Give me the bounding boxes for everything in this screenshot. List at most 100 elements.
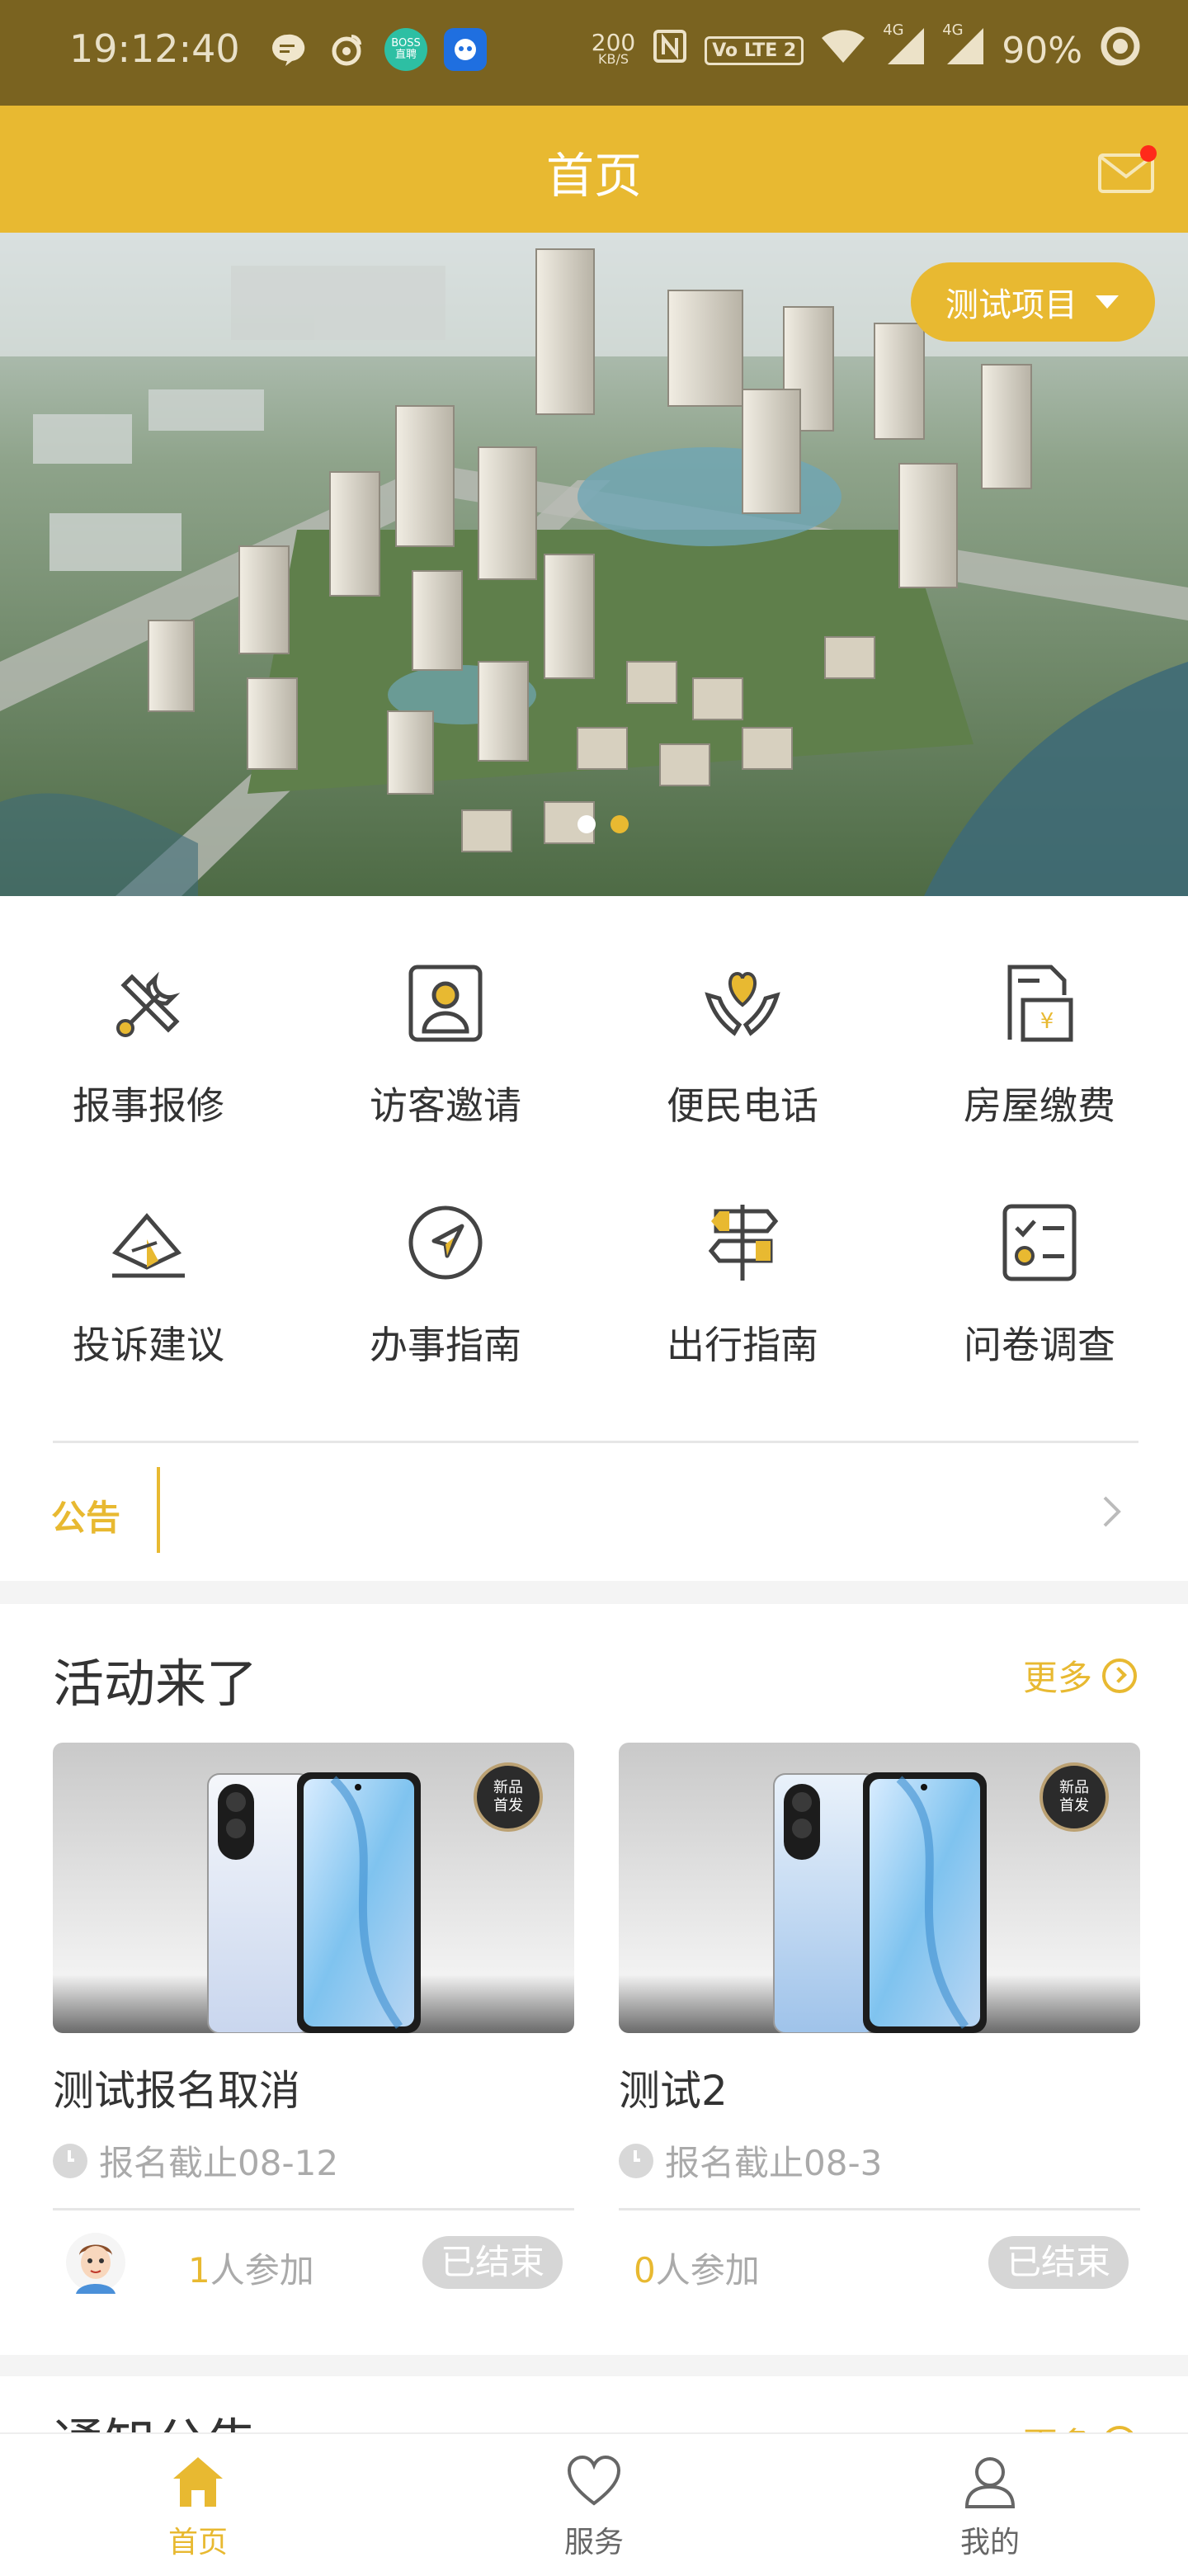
more-label: 更多 bbox=[1022, 1658, 1092, 1698]
system-icons: 200 KB/S Vo LTE 2 4G 4G 90% bbox=[591, 21, 1142, 77]
participant-number: 0 bbox=[634, 2250, 656, 2291]
service-item-phone[interactable]: 便民电话 bbox=[594, 896, 891, 1135]
tab-label: 首页 bbox=[167, 2526, 228, 2559]
signpost-icon bbox=[708, 1205, 779, 1281]
activities-more-link[interactable]: 更多 bbox=[1023, 1650, 1137, 1701]
divider bbox=[53, 1441, 1138, 1443]
wifi-icon bbox=[820, 28, 866, 73]
tab-label: 我的 bbox=[959, 2526, 1020, 2559]
user-icon bbox=[964, 2457, 1016, 2508]
notice-bar[interactable]: 公告 bbox=[0, 1444, 1188, 1581]
boss-app-icon: BOSS 直聘 bbox=[384, 28, 427, 71]
service-item-repair[interactable]: 报事报修 bbox=[0, 896, 297, 1135]
weibo-icon bbox=[325, 28, 368, 71]
activity-card[interactable]: 新品 首发 测试报名取消 报名截止08-12 1人参加 已结束 bbox=[53, 1743, 574, 2320]
participant-number: 1 bbox=[188, 2250, 210, 2291]
app-header: 首页 bbox=[0, 106, 1188, 233]
section-gap bbox=[0, 1581, 1188, 1604]
notice-tag: 公告 bbox=[51, 1498, 121, 1538]
activities-title: 活动来了 bbox=[53, 1654, 258, 1714]
service-label: 投诉建议 bbox=[73, 1323, 224, 1367]
signal-icon-1: 4G bbox=[883, 21, 926, 75]
banner-carousel[interactable]: 测试项目 bbox=[0, 233, 1188, 896]
mail-button[interactable] bbox=[1097, 145, 1158, 195]
service-item-guide[interactable]: 办事指南 bbox=[297, 1135, 594, 1375]
notification-icons: BOSS 直聘 bbox=[266, 28, 487, 71]
deadline-text: 报名截止08-12 bbox=[99, 2143, 339, 2183]
service-label: 访客邀请 bbox=[370, 1083, 521, 1128]
project-selector-label: 测试项目 bbox=[945, 286, 1077, 324]
card-image-badge-line2: 首发 bbox=[493, 1797, 523, 1814]
phone-product-image: 新品 首发 bbox=[53, 1743, 574, 2033]
deadline-text: 报名截止08-3 bbox=[665, 2143, 883, 2183]
activity-card-title: 测试报名取消 bbox=[53, 2067, 300, 2115]
clock-icon bbox=[619, 2143, 653, 2178]
activity-card-image: 新品 首发 bbox=[619, 1743, 1140, 2033]
bill-yen-icon: ¥ bbox=[1007, 965, 1073, 1042]
status-bar: 19:12:40 BOSS 直聘 200 KB/S Vo LTE 2 4G 4G… bbox=[0, 0, 1188, 106]
unread-dot bbox=[1140, 145, 1157, 162]
participant-count: 0人参加 bbox=[634, 2250, 760, 2291]
service-label: 便民电话 bbox=[667, 1083, 818, 1128]
heart-icon bbox=[567, 2455, 621, 2506]
service-grid: 报事报修 访客邀请 便民电话 ¥ 房屋缴费 投诉建议 办事指南 出行指南 问卷调… bbox=[0, 896, 1188, 1441]
activity-deadline: 报名截止08-3 bbox=[619, 2135, 882, 2186]
service-label: 问卷调查 bbox=[964, 1323, 1115, 1367]
service-item-visitor[interactable]: 访客邀请 bbox=[297, 896, 594, 1135]
robot-app-icon bbox=[444, 28, 487, 71]
service-item-payment[interactable]: ¥ 房屋缴费 bbox=[891, 896, 1188, 1135]
activity-card-image: 新品 首发 bbox=[53, 1743, 574, 2033]
service-label: 出行指南 bbox=[667, 1323, 818, 1367]
service-item-travel[interactable]: 出行指南 bbox=[594, 1135, 891, 1375]
home-icon bbox=[173, 2457, 223, 2507]
clock-icon bbox=[53, 2143, 87, 2178]
carousel-dot-1[interactable] bbox=[578, 815, 596, 833]
activity-card-footer: 0人参加 已结束 bbox=[619, 2231, 1140, 2297]
activity-card-footer: 1人参加 已结束 bbox=[53, 2231, 574, 2297]
service-label: 报事报修 bbox=[73, 1083, 224, 1128]
boss-badge-text: BOSS 直聘 bbox=[391, 37, 421, 61]
tab-label: 服务 bbox=[563, 2526, 624, 2559]
tab-service[interactable]: 服务 bbox=[396, 2434, 792, 2576]
project-selector-button[interactable]: 测试项目 bbox=[911, 262, 1155, 342]
service-item-complaint[interactable]: 投诉建议 bbox=[0, 1135, 297, 1375]
service-item-survey[interactable]: 问卷调查 bbox=[891, 1135, 1188, 1375]
status-badge: 已结束 bbox=[422, 2236, 563, 2289]
compass-arrow-icon bbox=[408, 1205, 483, 1280]
volte-icon: Vo LTE 2 bbox=[705, 36, 804, 65]
svg-text:¥: ¥ bbox=[1040, 1009, 1054, 1034]
tab-profile[interactable]: 我的 bbox=[792, 2434, 1188, 2576]
status-time: 19:12:40 bbox=[69, 26, 240, 71]
divider bbox=[53, 2208, 574, 2210]
visitor-card-icon bbox=[408, 965, 483, 1042]
chevron-circle-right-icon bbox=[1102, 1658, 1137, 1693]
nfc-icon bbox=[652, 28, 688, 73]
status-badge: 已结束 bbox=[988, 2236, 1129, 2289]
phone-product-image: 新品 首发 bbox=[619, 1743, 1140, 2033]
chevron-right-icon bbox=[1103, 1496, 1121, 1527]
net-speed: 200 KB/S bbox=[591, 28, 636, 67]
activity-card-title: 测试2 bbox=[619, 2067, 728, 2115]
heart-hands-icon bbox=[705, 971, 780, 1036]
carousel-indicator bbox=[578, 815, 629, 833]
tab-home[interactable]: 首页 bbox=[0, 2434, 396, 2576]
section-gap bbox=[0, 2355, 1188, 2376]
battery-ring-icon bbox=[1099, 25, 1142, 77]
carousel-dot-2[interactable] bbox=[610, 815, 629, 833]
mail-icon[interactable] bbox=[1097, 145, 1158, 195]
card-image-badge-line1: 新品 bbox=[1059, 1779, 1089, 1796]
divider bbox=[619, 2208, 1140, 2210]
participant-avatar bbox=[66, 2233, 125, 2294]
message-icon bbox=[266, 28, 309, 71]
notice-separator bbox=[157, 1467, 160, 1553]
signal-icon-2: 4G bbox=[942, 21, 985, 75]
activity-card[interactable]: 新品 首发 测试2 报名截止08-3 0人参加 已结束 bbox=[619, 1743, 1140, 2320]
service-label: 房屋缴费 bbox=[964, 1083, 1115, 1128]
service-label: 办事指南 bbox=[370, 1323, 521, 1367]
caret-down-icon bbox=[1096, 295, 1119, 309]
checklist-icon bbox=[1002, 1204, 1077, 1281]
page-title: 首页 bbox=[545, 148, 642, 204]
participant-count: 1人参加 bbox=[188, 2250, 314, 2291]
battery-text: 90% bbox=[1002, 30, 1082, 72]
bottom-tab-bar: 首页 服务 我的 bbox=[0, 2432, 1188, 2576]
